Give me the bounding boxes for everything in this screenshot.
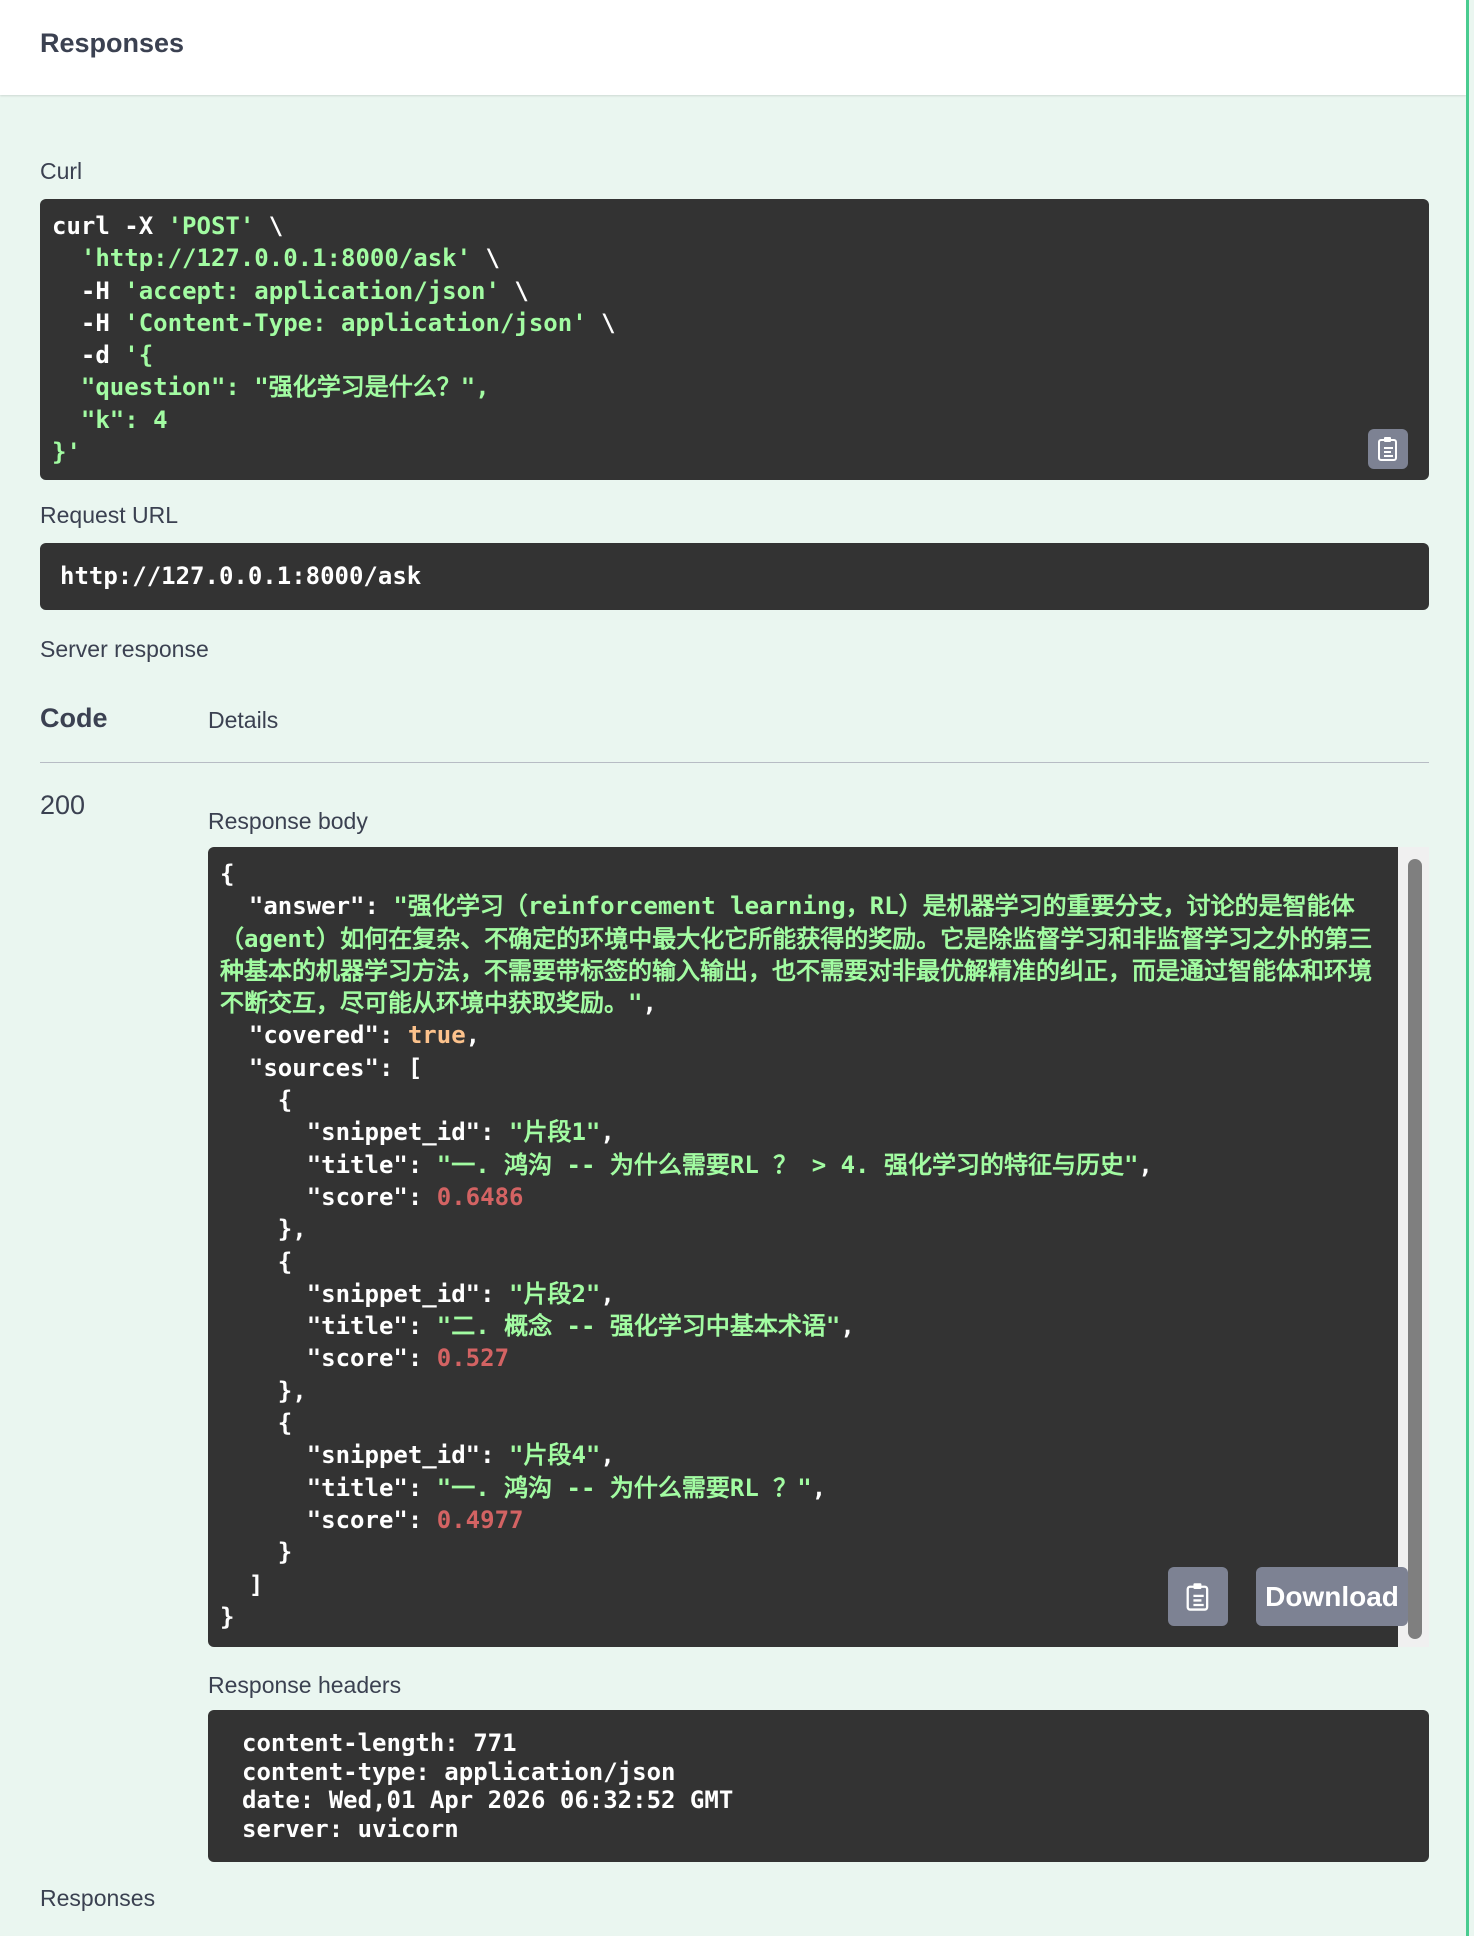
response-body-label: Response body xyxy=(208,808,368,834)
header-line: content-type: application/json xyxy=(242,1757,676,1786)
header-line: date: Wed,01 Apr 2026 06:32:52 GMT xyxy=(242,1786,734,1814)
header-line: content-length: 771 xyxy=(242,1729,517,1757)
download-button[interactable]: Download xyxy=(1256,1567,1408,1626)
response-body-scrollbar-track[interactable] xyxy=(1398,847,1429,1647)
request-url-label: Request URL xyxy=(40,502,179,528)
copy-curl-button[interactable] xyxy=(1368,429,1408,469)
response-headers-block[interactable]: content-length: 771 content-type: applic… xyxy=(208,1710,1429,1862)
clipboard-copy-icon xyxy=(1378,437,1397,461)
request-url-block[interactable]: http://127.0.0.1:8000/ask xyxy=(40,543,1429,610)
page-header: Responses xyxy=(0,0,1466,95)
response-headers-label: Response headers xyxy=(208,1672,402,1698)
details-column-header: Details xyxy=(208,707,279,733)
curl-label: Curl xyxy=(40,158,83,184)
curl-code-block[interactable]: curl -X 'POST' \ 'http://127.0.0.1:8000/… xyxy=(40,199,1429,480)
responses-footer-label: Responses xyxy=(40,1885,156,1911)
response-body-scrollbar-thumb[interactable] xyxy=(1408,859,1422,1639)
server-response-label: Server response xyxy=(40,636,209,662)
copy-response-button[interactable] xyxy=(1168,1567,1228,1626)
page-title: Responses xyxy=(40,28,185,58)
table-divider xyxy=(40,762,1429,763)
header-line: server: uvicorn xyxy=(242,1814,459,1843)
response-status-code: 200 xyxy=(40,790,86,820)
clipboard-copy-icon xyxy=(1186,1582,1209,1611)
code-column-header: Code xyxy=(40,703,108,733)
response-body-block[interactable]: { "answer": "强化学习（reinforcement learning… xyxy=(208,847,1429,1647)
operation-border xyxy=(1466,0,1469,1936)
